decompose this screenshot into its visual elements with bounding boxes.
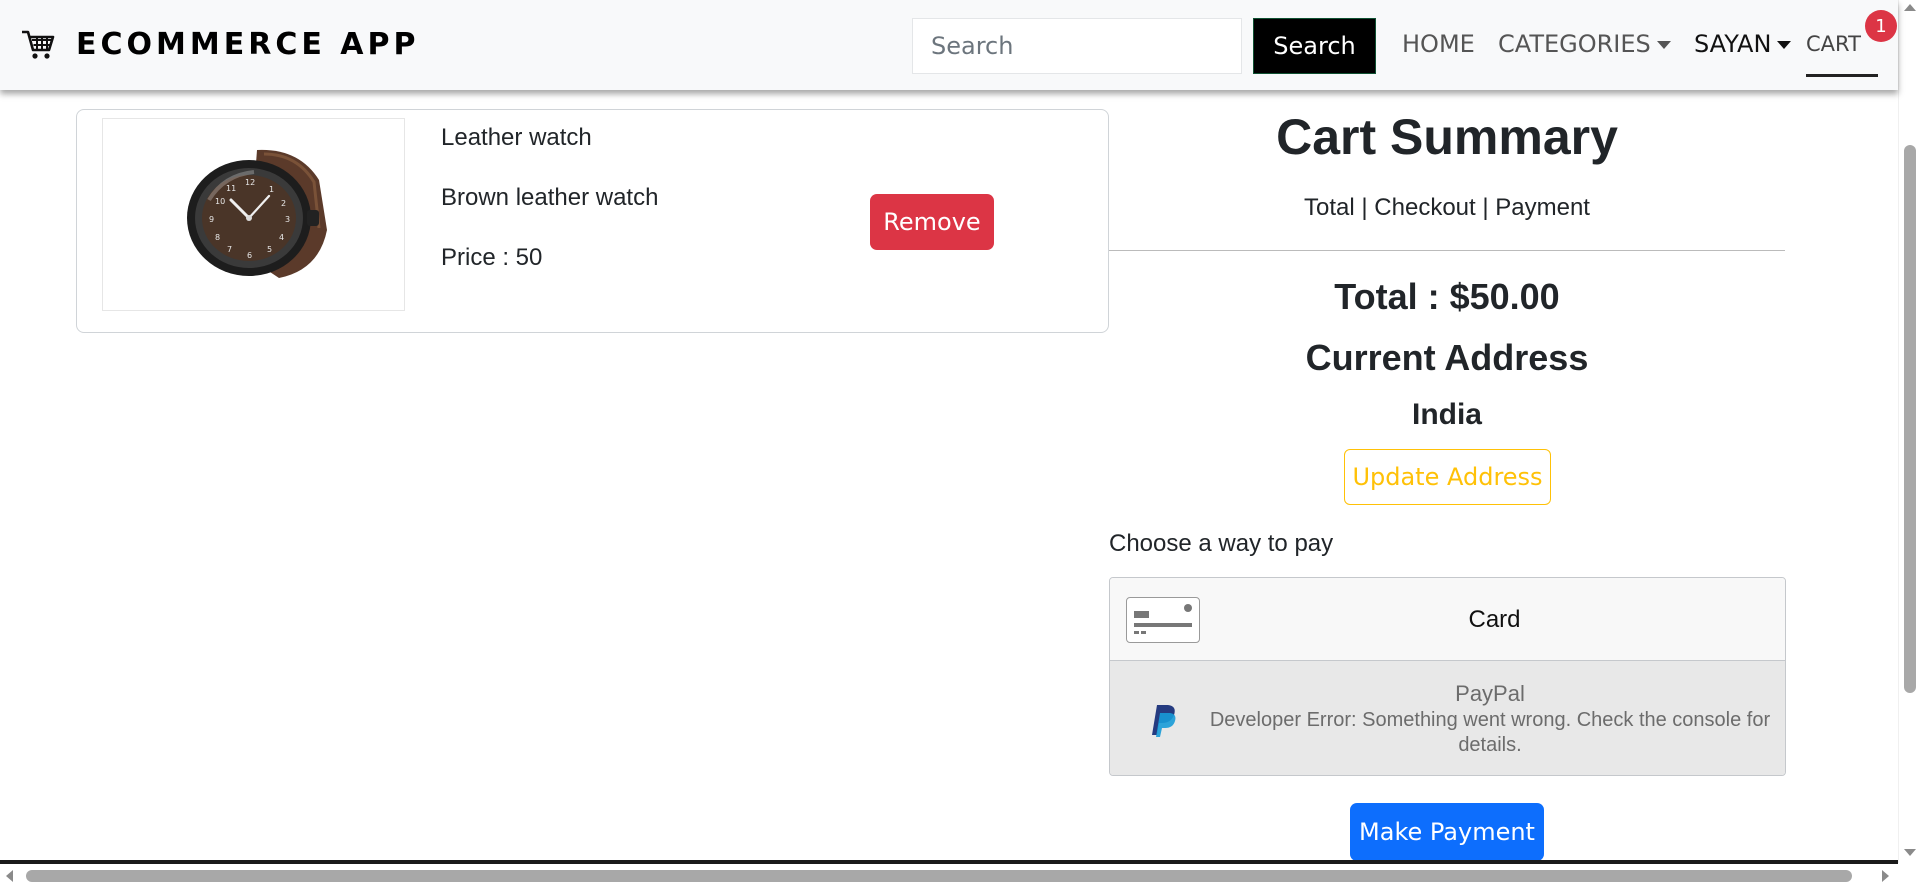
svg-text:8: 8 (215, 233, 220, 242)
vertical-scrollbar[interactable] (1898, 0, 1920, 863)
svg-text:11: 11 (226, 184, 236, 193)
item-price: Price : 50 (441, 244, 543, 271)
cart-summary-title: Cart Summary (1276, 109, 1618, 165)
scroll-up-icon[interactable] (1904, 4, 1916, 11)
navbar: ECOMMERCE APP Search HOME CATEGORIES SAY… (0, 0, 1898, 90)
chevron-down-icon (1656, 41, 1671, 49)
chevron-down-icon (1777, 41, 1792, 49)
payment-options: Card PayPal Developer Error: Something w… (1109, 577, 1786, 776)
scroll-right-icon[interactable] (1882, 870, 1889, 882)
svg-text:7: 7 (227, 245, 232, 254)
nav-cart-label: CART (1806, 32, 1861, 56)
nav-categories-label: CATEGORIES (1498, 30, 1651, 58)
update-address-button[interactable]: Update Address (1344, 449, 1551, 505)
svg-text:2: 2 (281, 199, 286, 208)
svg-text:12: 12 (245, 178, 255, 187)
cart-summary-subtitle: Total | Checkout | Payment (1304, 194, 1590, 221)
vertical-scroll-thumb[interactable] (1904, 145, 1916, 693)
nav-home-link[interactable]: HOME (1402, 30, 1475, 58)
svg-text:5: 5 (267, 245, 272, 254)
svg-text:9: 9 (209, 215, 214, 224)
paypal-payment-option[interactable]: PayPal Developer Error: Something went w… (1110, 661, 1785, 775)
brand-title: ECOMMERCE APP (76, 26, 420, 62)
cart-total: Total : $50.00 (1334, 276, 1560, 317)
paypal-error-message: Developer Error: Something went wrong. C… (1209, 709, 1771, 756)
current-address-title: Current Address (1305, 337, 1589, 378)
remove-item-button[interactable]: Remove (870, 194, 994, 250)
svg-text:10: 10 (215, 197, 225, 206)
nav-user-dropdown[interactable]: SAYAN (1694, 30, 1792, 58)
make-payment-button[interactable]: Make Payment (1350, 803, 1544, 861)
item-name: Leather watch (441, 124, 592, 151)
svg-text:1: 1 (269, 185, 274, 194)
paypal-option-label: PayPal (1455, 681, 1525, 706)
card-payment-option[interactable]: Card (1110, 578, 1785, 661)
shopping-cart-icon (22, 30, 55, 59)
nav-user-label: SAYAN (1694, 30, 1772, 58)
svg-text:4: 4 (279, 233, 284, 242)
cart-item-card: 12 3 6 9 1 2 4 5 7 8 10 11 Leather watch… (76, 109, 1109, 333)
nav-home-label: HOME (1402, 30, 1475, 58)
search-input[interactable] (912, 18, 1242, 74)
svg-text:3: 3 (285, 215, 290, 224)
item-description: Brown leather watch (441, 184, 659, 211)
cart-count-badge: 1 (1865, 10, 1897, 42)
product-image: 12 3 6 9 1 2 4 5 7 8 10 11 (102, 118, 405, 311)
horizontal-scroll-thumb[interactable] (26, 870, 1852, 882)
nav-categories-dropdown[interactable]: CATEGORIES (1498, 30, 1671, 58)
watch-image: 12 3 6 9 1 2 4 5 7 8 10 11 (186, 149, 327, 278)
summary-divider (1109, 250, 1785, 251)
paypal-icon (1152, 705, 1176, 737)
current-address-value: India (1411, 398, 1482, 431)
active-nav-underline (1806, 74, 1878, 77)
payment-method-label: Choose a way to pay (1109, 530, 1334, 557)
card-option-label: Card (1468, 606, 1521, 633)
horizontal-scrollbar[interactable] (0, 864, 1920, 887)
scroll-down-icon[interactable] (1904, 849, 1916, 856)
search-button[interactable]: Search (1253, 18, 1376, 74)
svg-text:6: 6 (247, 251, 252, 260)
nav-cart-link[interactable]: CART (1806, 32, 1861, 56)
brand-link[interactable]: ECOMMERCE APP (20, 26, 419, 62)
scroll-left-icon[interactable] (6, 870, 13, 882)
